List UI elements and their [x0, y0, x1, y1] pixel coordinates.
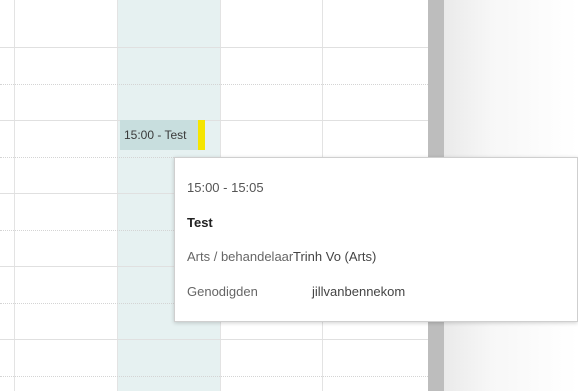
- grid-hour-line: [0, 47, 428, 48]
- grid-hour-line: [0, 339, 428, 340]
- tooltip-row-value: jillvanbennekom: [312, 284, 406, 299]
- tooltip-row-label: Arts / behandelaar: [187, 249, 294, 264]
- tooltip-row-invitees: Genodigden jillvanbennekom: [187, 284, 405, 299]
- grid-half-hour-line: [0, 84, 428, 85]
- tooltip-row-label: Genodigden: [187, 284, 258, 299]
- event-tooltip: 15:00 - 15:05 Test Arts / behandelaarTri…: [174, 157, 578, 322]
- tooltip-row-practitioner: Arts / behandelaarTrinh Vo (Arts): [187, 249, 376, 264]
- tooltip-title: Test: [187, 215, 213, 230]
- calendar-event[interactable]: 15:00 - Test: [120, 120, 205, 150]
- grid-column-divider: [117, 0, 118, 391]
- event-accent-bar: [198, 120, 205, 150]
- grid-hour-line: [0, 120, 428, 121]
- event-label: 15:00 - Test: [124, 128, 187, 142]
- grid-half-hour-line: [0, 376, 428, 377]
- grid-column-divider: [14, 0, 15, 391]
- tooltip-row-value: Trinh Vo (Arts): [293, 249, 377, 264]
- tooltip-time: 15:00 - 15:05: [187, 180, 264, 195]
